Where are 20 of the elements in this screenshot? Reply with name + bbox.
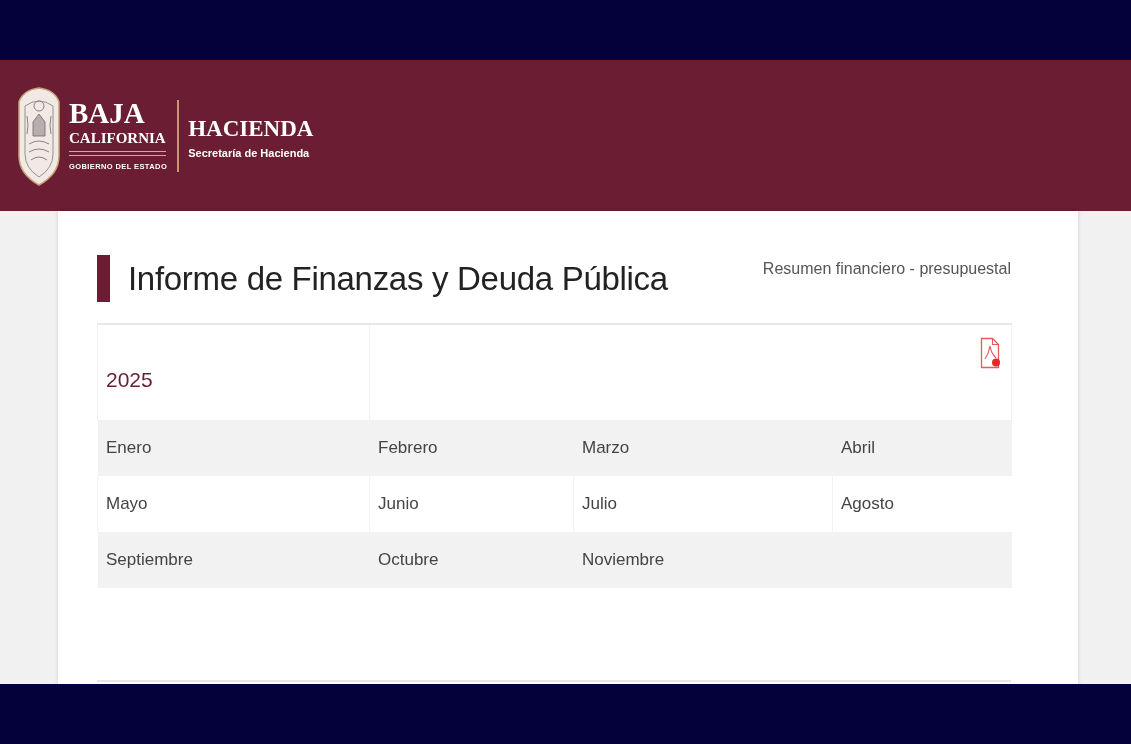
logo-title: BAJA	[69, 99, 146, 127]
logo-title: CALIFORNIA	[69, 129, 167, 147]
department-title: HACIENDA	[188, 115, 314, 142]
month-link[interactable]: Noviembre	[582, 550, 665, 569]
month-link[interactable]: Enero	[106, 438, 152, 458]
month-link[interactable]: Febrero	[378, 438, 438, 458]
page-title: Informe de Finanzas y Deuda Pública	[128, 258, 668, 299]
month-link[interactable]: Abril	[841, 438, 875, 458]
month-link[interactable]: Octubre	[378, 550, 439, 569]
title-accent-bar	[97, 255, 110, 302]
month-link[interactable]: Junio	[378, 494, 419, 513]
month-link[interactable]: Marzo	[582, 438, 630, 458]
pdf-file-icon[interactable]	[980, 337, 1001, 369]
month-link[interactable]: Mayo	[106, 494, 148, 513]
month-link[interactable]: Agosto	[841, 494, 894, 513]
month-link[interactable]: Julio	[582, 494, 617, 513]
year-heading: 2025	[106, 368, 153, 392]
department-subtitle: Secretaría de Hacienda	[188, 145, 311, 160]
page-subtitle: Resumen financiero - presupuestal	[762, 260, 1011, 278]
month-link[interactable]: Septiembre	[106, 550, 193, 569]
